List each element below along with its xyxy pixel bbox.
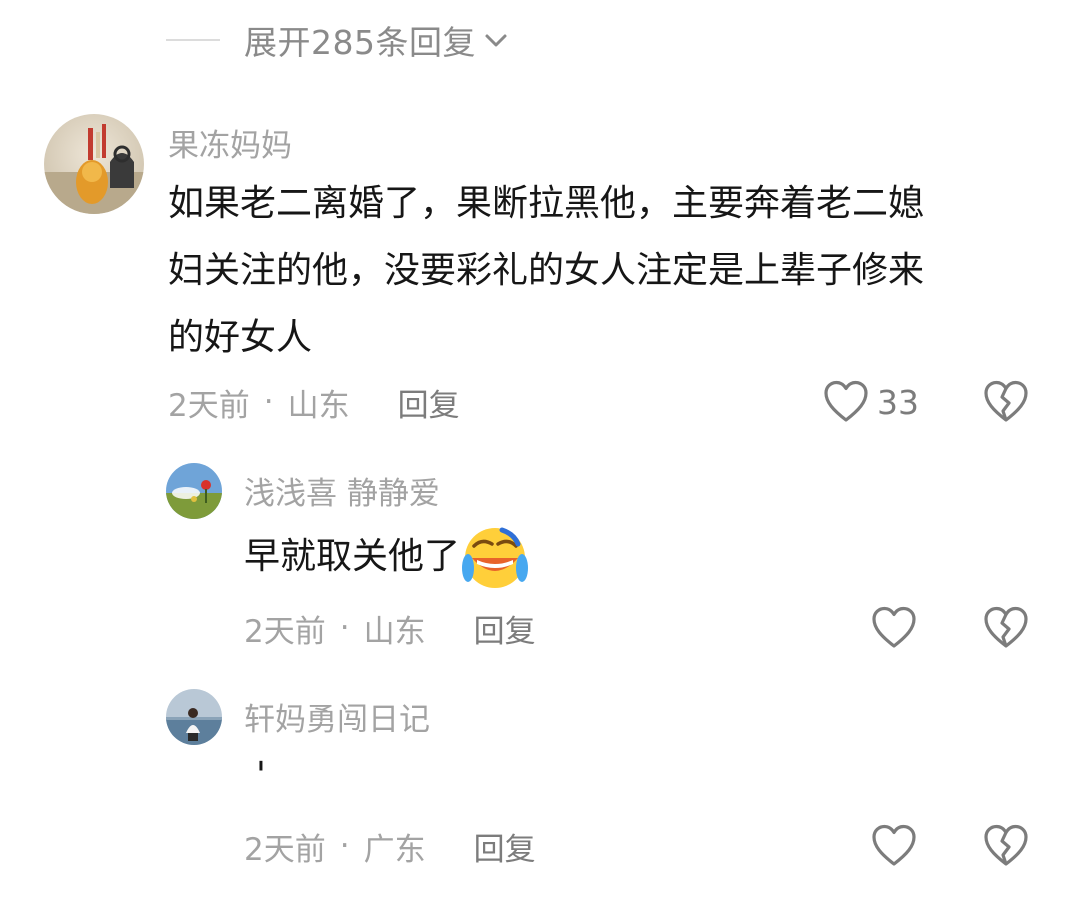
reply-time: 2天前 [244,613,326,650]
like-button[interactable]: 33 [823,380,919,424]
broken-heart-icon[interactable] [983,824,1029,868]
comment-text-line: 妇关注的他，没要彩礼的女人注定是上辈子修来 [168,250,925,291]
avatar[interactable] [166,463,222,519]
broken-heart-icon[interactable] [983,606,1029,650]
reply-meta: 2天前 · 广东 回复 [244,824,536,869]
meta-separator: · [339,828,350,864]
divider-line [166,39,220,41]
meta-separator: · [263,384,274,420]
heart-icon[interactable] [871,824,917,868]
comment-username[interactable]: 果冻妈妈 [168,120,292,165]
reply-location: 广东 [363,831,426,868]
reply-time: 2天前 [244,831,326,868]
comment-time: 2天前 [168,387,250,424]
heart-icon[interactable] [871,606,917,650]
avatar[interactable] [166,689,222,745]
comment-text-line: 如果老二离婚了，果断拉黑他，主要奔着老二媳 [168,183,925,224]
broken-heart-icon[interactable] [983,380,1029,424]
reply-location: 山东 [363,613,426,650]
comment-text[interactable]: 如果老二离婚了，果断拉黑他，主要奔着老二媳 妇关注的他，没要彩礼的女人注定是上辈… [168,170,1048,371]
reply-text[interactable]: ' [256,742,266,809]
comment-text-line: 的好女人 [168,317,313,358]
reply-username[interactable]: 轩妈勇闯日记 [244,694,430,739]
expand-replies-label: 展开285条回复 [244,23,476,62]
reply-meta: 2天前 · 山东 回复 [244,606,536,651]
comment-thread: 展开285条回复 果冻妈妈 如果老二离婚了，果断拉黑他，主要奔着老二媳 妇关注的… [0,0,1080,902]
reply-button[interactable]: 回复 [474,824,536,869]
avatar[interactable] [44,114,144,214]
reply-text[interactable]: 早就取关他了 [244,523,529,590]
reply-button[interactable]: 回复 [398,380,460,425]
crying-laughing-emoji [462,527,529,588]
reply-text-body: 早就取关他了 [244,536,461,577]
chevron-down-icon [485,34,507,47]
reply-button[interactable]: 回复 [474,606,536,651]
comment-location: 山东 [287,387,350,424]
comment-meta: 2天前 · 山东 回复 [168,380,460,425]
meta-separator: · [339,610,350,646]
expand-replies-button[interactable]: 展开285条回复 [166,18,510,62]
heart-icon [824,380,868,422]
reply-username[interactable]: 浅浅喜 静静爱 [244,468,440,513]
like-count: 33 [877,382,919,422]
